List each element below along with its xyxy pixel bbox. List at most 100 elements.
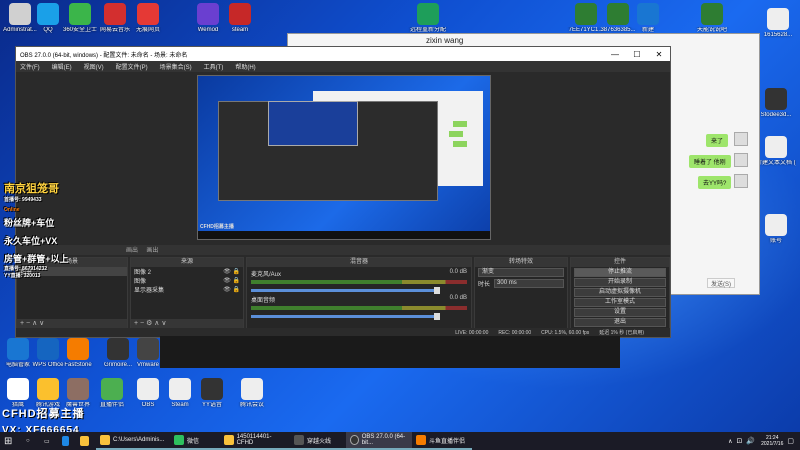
background-window xyxy=(160,336,620,368)
explorer-icon[interactable] xyxy=(76,432,96,450)
desktop-icon-label: FastStone xyxy=(64,362,92,368)
scenes-toolbar[interactable]: + − ∧ ∨ xyxy=(17,319,127,328)
app-icon xyxy=(701,3,723,25)
preview-canvas: CFHD招募主播 xyxy=(197,75,491,240)
desktop-icon[interactable]: 360安全卫士 xyxy=(60,3,100,34)
source-item[interactable]: 显示器采集 👁 🔒 xyxy=(131,285,243,294)
start-recording-button[interactable]: 开始录制 xyxy=(574,278,666,287)
app-icon xyxy=(7,338,29,360)
close-icon[interactable]: ✕ xyxy=(648,50,670,59)
desktop-icon-label: 直播伴侣 xyxy=(99,402,124,408)
network-icon[interactable]: ⊡ xyxy=(737,437,743,445)
clock[interactable]: 21:24 2021/7/16 xyxy=(761,435,783,447)
app-icon xyxy=(101,378,123,400)
start-button[interactable]: ⊞ xyxy=(0,432,22,450)
app-icon xyxy=(637,3,659,25)
taskbar-item[interactable]: C:\Users\Adminis... xyxy=(96,432,170,450)
edge-icon[interactable] xyxy=(58,432,76,450)
app-icon xyxy=(201,378,223,400)
overlay-line: 粉丝牌+车位 xyxy=(4,218,55,228)
duration-label: 时长 xyxy=(478,282,491,288)
desktop-icon-label: 360安全卫士 xyxy=(62,27,97,33)
audio-meter xyxy=(251,306,467,310)
transition-select[interactable]: 渐变 xyxy=(478,268,564,277)
avatar xyxy=(734,153,748,167)
settings-button[interactable]: 设置 xyxy=(574,308,666,317)
obs-menubar: 文件(F) 编辑(E) 视图(V) 配置文件(P) 场景集合(S) 工具(T) … xyxy=(16,61,670,72)
preview-recursion xyxy=(268,101,358,146)
menu-scene-collection[interactable]: 场景集合(S) xyxy=(160,62,192,71)
app-icon xyxy=(765,88,787,110)
desktop-icon[interactable]: 账号 xyxy=(756,214,796,245)
desktop-icon[interactable]: 无痕网页 xyxy=(128,3,168,34)
volume-slider[interactable] xyxy=(251,287,440,294)
desktop-icon[interactable]: Stodee3d... xyxy=(756,88,796,119)
search-icon[interactable]: ○ xyxy=(22,432,40,450)
recruit-text: CFHD招募主播 xyxy=(2,408,85,420)
desktop-icon[interactable]: 新建 xyxy=(628,3,668,34)
send-button[interactable]: 发送(S) xyxy=(707,278,735,288)
app-icon xyxy=(67,338,89,360)
menu-tools[interactable]: 工具(T) xyxy=(204,62,224,71)
volume-slider[interactable] xyxy=(251,313,440,320)
source-item[interactable]: 图像 2 👁 🔒 xyxy=(131,267,243,276)
sources-toolbar[interactable]: + − ⚙ ∧ ∨ xyxy=(131,319,243,328)
rec-status: REC: 00:00:00 xyxy=(498,329,532,336)
desktop-icon[interactable]: 天能说说吧 xyxy=(692,3,732,34)
overlay-line: 房管+群管+以上 xyxy=(4,254,69,264)
minimize-icon[interactable]: — xyxy=(604,50,626,59)
scene-filter-label[interactable]: 画出 xyxy=(146,248,158,254)
volume-icon[interactable]: 🔊 xyxy=(746,437,755,445)
menu-file[interactable]: 文件(F) xyxy=(20,62,40,71)
overlay-small: YY直播: 320013 xyxy=(4,273,41,279)
desktop-icon[interactable]: steam xyxy=(220,3,260,34)
tray-up-icon[interactable]: ∧ xyxy=(728,438,732,445)
notification-icon[interactable]: ▢ xyxy=(787,437,794,445)
desktop-icon[interactable]: 远程重新分配 xyxy=(408,3,448,34)
overlay-logo: Online xyxy=(4,207,20,213)
menu-edit[interactable]: 编辑(E) xyxy=(52,62,72,71)
desktop-icon-label: 无痕网页 xyxy=(135,27,160,33)
eye-icon: 👁 🔒 xyxy=(223,269,240,275)
exit-button[interactable]: 退出 xyxy=(574,318,666,327)
stop-streaming-button[interactable]: 停止推流 xyxy=(574,268,666,277)
desktop-icon-label: 1615628... xyxy=(763,32,793,38)
desktop-icon-label: Stodee3d... xyxy=(760,112,792,118)
app-icon xyxy=(417,3,439,25)
obs-window[interactable]: OBS 27.0.0 (64-bit, windows) - 配置文件: 未命名… xyxy=(15,46,671,338)
menu-help[interactable]: 帮助(H) xyxy=(235,62,255,71)
maximize-icon[interactable]: ☐ xyxy=(626,50,648,59)
taskbar-item[interactable]: 微信 xyxy=(170,432,220,450)
taskbar-item[interactable]: 穿越火线 xyxy=(290,432,346,450)
task-view-icon[interactable]: ▭ xyxy=(40,432,58,450)
desktop-icon-label: YY语音 xyxy=(201,402,222,408)
live-status: LIVE: 00:00:00 xyxy=(455,329,489,336)
chat-bubble: 睡着了 他刚 xyxy=(689,155,731,168)
desktop-icon[interactable]: 腾讯会议 xyxy=(232,378,272,409)
obs-titlebar[interactable]: OBS 27.0.0 (64-bit, windows) - 配置文件: 未命名… xyxy=(16,47,670,61)
app-icon xyxy=(575,3,597,25)
source-item[interactable]: 图像 👁 🔒 xyxy=(131,276,243,285)
app-icon xyxy=(137,338,159,360)
menu-profile[interactable]: 配置文件(P) xyxy=(116,62,148,71)
taskbar-item[interactable]: 1450114401-CFHD xyxy=(220,432,290,450)
desktop-icon[interactable]: 直播伴侣 xyxy=(92,378,132,409)
system-tray: ∧ ⊡ 🔊 21:24 2021/7/16 ▢ xyxy=(728,432,800,450)
duration-input[interactable]: 300 ms xyxy=(494,279,564,288)
scene-filter-label[interactable]: 画出 xyxy=(126,248,138,254)
virtual-camera-button[interactable]: 启动虚拟摄像机 xyxy=(574,288,666,297)
preview-label: CFHD招募主播 xyxy=(200,224,234,230)
app-icon xyxy=(104,3,126,25)
desktop-icon[interactable]: FastStone xyxy=(58,338,98,369)
eye-icon: 👁 🔒 xyxy=(223,278,240,284)
studio-mode-button[interactable]: 工作室模式 xyxy=(574,298,666,307)
transitions-title: 转场特效 xyxy=(475,258,567,267)
app-icon xyxy=(69,3,91,25)
desktop-icon[interactable]: 新建文本文档 (2) xyxy=(756,136,796,167)
controls-title: 控件 xyxy=(571,258,669,267)
taskbar-item[interactable]: 斗鱼直播伴侣 xyxy=(412,432,472,450)
menu-view[interactable]: 视图(V) xyxy=(84,62,104,71)
taskbar-item[interactable]: OBS 27.0.0 (64-bit... xyxy=(346,432,412,450)
desktop-icon[interactable]: 1615628... xyxy=(758,8,798,39)
desktop-icon[interactable]: YY语音 xyxy=(192,378,232,409)
